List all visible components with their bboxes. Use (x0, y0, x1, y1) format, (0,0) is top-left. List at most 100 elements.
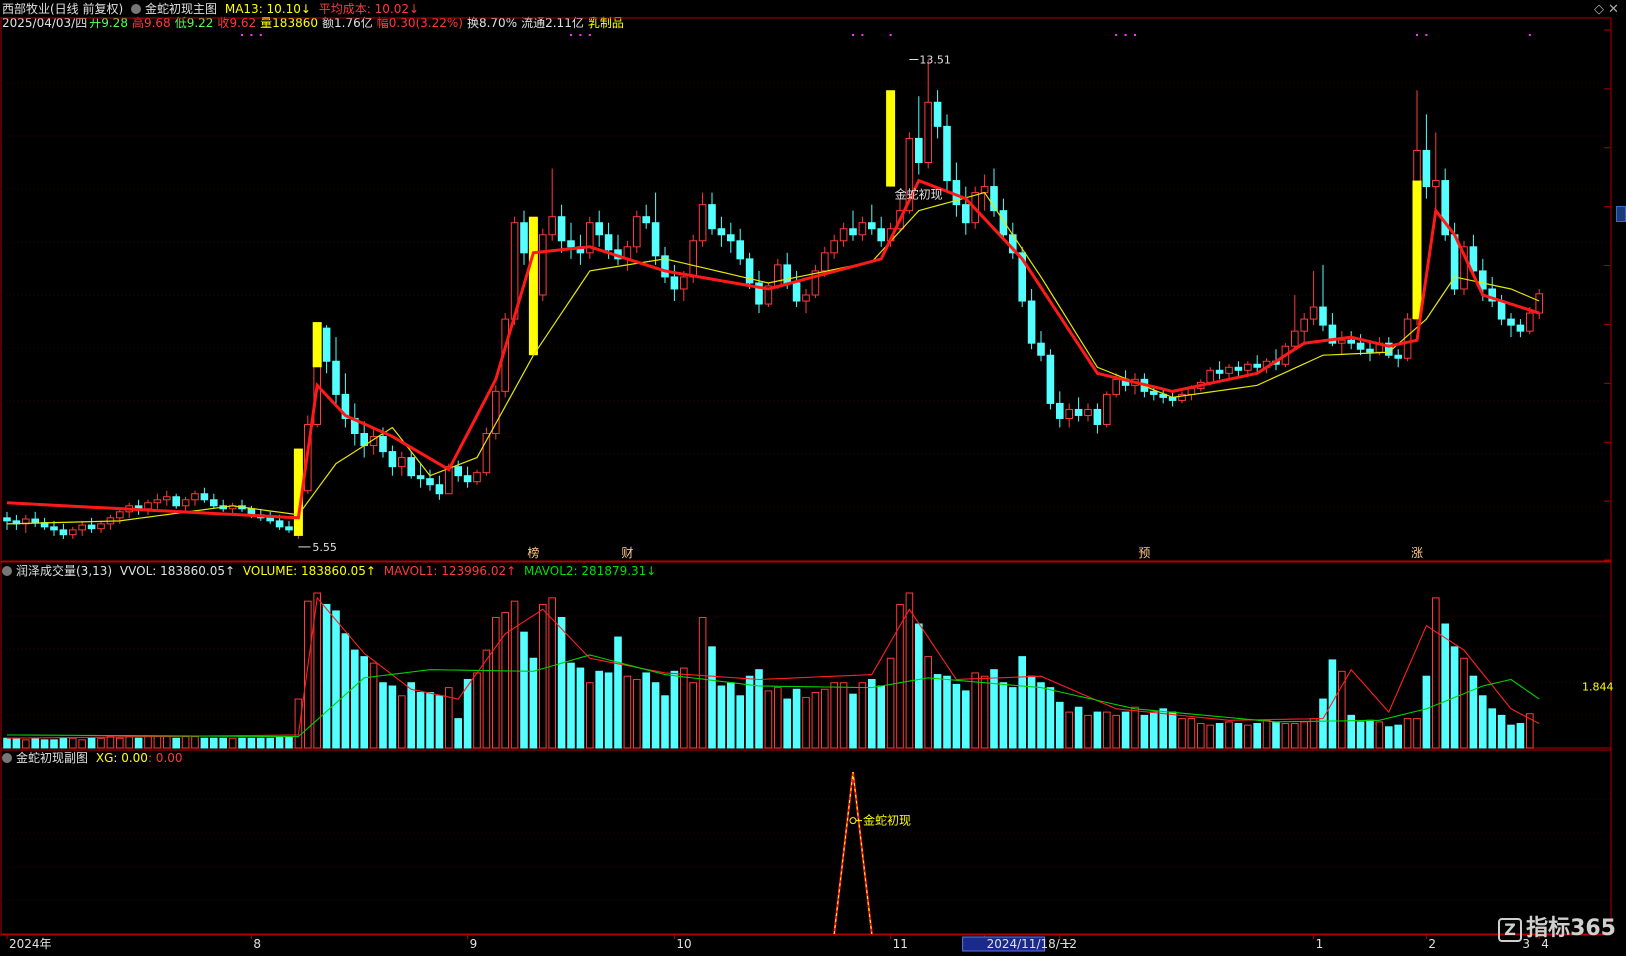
candle-body (1338, 339, 1346, 344)
time-axis-label: 2024年 (9, 937, 52, 951)
volume-bar (1291, 723, 1299, 749)
candle-body (1394, 354, 1403, 359)
volume-bar (1403, 718, 1412, 749)
candle-body (97, 523, 105, 530)
kline-chart[interactable]: 2024年 8 9 10 11 2024/11/18/一12 1 2 3 4 13.51 5.55… (0, 0, 1626, 956)
volume-bar (764, 690, 773, 749)
candle-body (1403, 318, 1412, 359)
volume-bar (1009, 687, 1017, 749)
signal-dot-marker (889, 34, 892, 36)
candle-body (388, 451, 397, 468)
volume-bar (783, 698, 792, 749)
candle-body (915, 137, 923, 163)
volume-bar (360, 656, 368, 749)
candle-body (1065, 408, 1074, 419)
candle-body (379, 436, 387, 453)
signal-label: 金蛇初现 (895, 187, 943, 202)
volume-bar (858, 682, 867, 749)
time-axis-label: 8 (253, 937, 261, 951)
time-axis-label: 12 (1062, 937, 1077, 951)
event-marker-yu[interactable]: 预 (1138, 546, 1150, 560)
signal-dot-marker (259, 34, 262, 36)
volume-bar (473, 672, 481, 749)
volume-bar (1225, 721, 1233, 749)
candle-body (604, 234, 613, 251)
signal-dot-marker (570, 34, 572, 36)
candle-body (1074, 408, 1083, 416)
volume-bar (1084, 714, 1092, 749)
candle-body (1103, 393, 1111, 425)
volume-bar (962, 690, 970, 749)
candle-body (87, 524, 96, 530)
candle-body (858, 222, 867, 236)
volume-bar (1159, 708, 1168, 749)
volume-bar (661, 695, 669, 749)
event-marker-bang[interactable]: 榜 (527, 545, 539, 560)
volume-bar (1422, 675, 1431, 749)
candle-body (792, 282, 801, 302)
volume-bar (332, 610, 340, 749)
volume-bar (999, 682, 1008, 749)
signal-dot-marker (852, 34, 854, 36)
candle-body (548, 216, 557, 236)
time-axis-label: 1 (1316, 937, 1324, 951)
candle-body (1150, 390, 1158, 395)
candle-body (821, 252, 829, 272)
candle-body (849, 228, 857, 236)
volume-bar (210, 737, 218, 749)
volume-bar (1197, 723, 1205, 749)
candle-body (868, 222, 876, 230)
candle-body (1300, 318, 1309, 332)
candle-body (1356, 342, 1365, 350)
event-marker-cai[interactable]: 财 (621, 546, 633, 560)
volume-bar (651, 682, 660, 749)
volume-bar (576, 667, 585, 749)
candle-body (59, 529, 68, 536)
candle-body (717, 228, 726, 236)
volume-bar (1385, 726, 1393, 749)
candle-body (210, 499, 218, 507)
volume-bar (31, 737, 39, 749)
candle-body (322, 327, 331, 362)
candle-body (839, 228, 848, 242)
volume-bar (980, 675, 989, 749)
volume-bar (792, 688, 801, 749)
candle-body (266, 517, 274, 522)
volume-bar (1262, 719, 1271, 749)
time-axis-label: 10 (676, 937, 691, 951)
volume-bar (548, 597, 557, 749)
candle-body (877, 228, 886, 242)
candle-body (435, 484, 444, 495)
volume-bar (1187, 718, 1196, 749)
volume-bar (116, 737, 124, 749)
volume-bar (181, 736, 190, 749)
candle-body (191, 493, 199, 501)
signal-dot-marker (861, 34, 864, 36)
sub-signal-label: 金蛇初现 (863, 813, 911, 828)
volume-bar (1093, 711, 1102, 749)
volume-bar (1065, 711, 1074, 749)
signal-dot-marker (1425, 34, 1428, 36)
volume-bar (200, 737, 209, 749)
volume-bar (59, 737, 68, 749)
volume-bar (774, 687, 782, 749)
volume-bar (990, 669, 998, 749)
volume-bar (623, 675, 632, 749)
volume-bar (839, 682, 848, 749)
volume-bar (614, 636, 622, 749)
watermark-text: 指标365 (1526, 916, 1616, 941)
volume-bar (717, 685, 726, 749)
signal-dot-marker (1134, 34, 1136, 36)
volume-bar (435, 695, 444, 749)
volume-bar (604, 672, 613, 749)
candle-body (1037, 342, 1045, 356)
mavol2-line (6, 654, 1540, 738)
event-marker-zhang[interactable]: 涨 (1411, 545, 1423, 560)
candle-body (50, 526, 58, 531)
volume-bar (322, 603, 331, 749)
candle-body (181, 499, 190, 507)
volume-bar (426, 692, 434, 749)
time-axis-label: 11 (893, 937, 908, 951)
volume-bar (510, 600, 519, 749)
volume-bar (680, 667, 688, 749)
